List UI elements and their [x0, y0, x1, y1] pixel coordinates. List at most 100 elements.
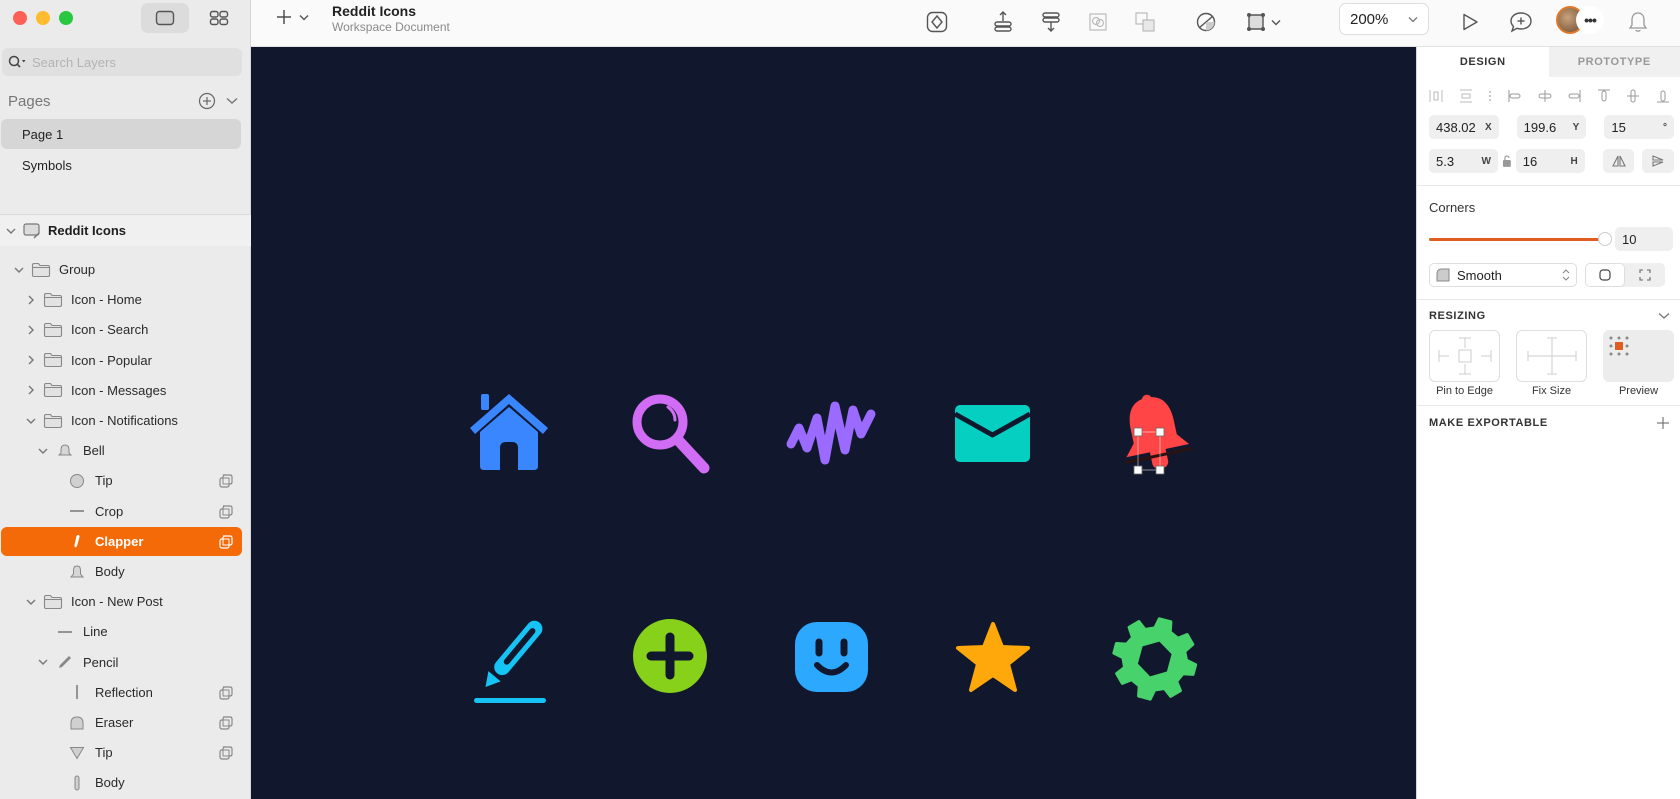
- layer-row[interactable]: Reflection: [1, 678, 242, 707]
- layer-row[interactable]: Bell: [1, 436, 242, 465]
- rotation-field[interactable]: 15 °: [1604, 115, 1675, 139]
- selection-handle[interactable]: [1133, 465, 1143, 475]
- align-center-horizontal-icon[interactable]: [1538, 89, 1552, 103]
- individual-corners-button[interactable]: [1625, 263, 1665, 287]
- search-layers-input[interactable]: [32, 54, 222, 70]
- minimize-window-button[interactable]: [36, 11, 50, 25]
- chevron-right-icon[interactable]: [25, 355, 37, 365]
- selection-handle[interactable]: [1133, 427, 1143, 437]
- layer-row[interactable]: Icon - Search: [1, 315, 242, 344]
- zoom-window-button[interactable]: [59, 11, 73, 25]
- pin-to-edge-option[interactable]: Pin to Edge: [1429, 330, 1500, 397]
- document-layer-row[interactable]: Reddit Icons: [0, 214, 251, 246]
- page-item-symbols[interactable]: Symbols: [1, 150, 241, 180]
- zoom-level-select[interactable]: 200%: [1339, 3, 1429, 35]
- mask-icon[interactable]: [218, 685, 234, 704]
- mask-icon[interactable]: [218, 745, 234, 764]
- chevron-right-icon[interactable]: [25, 295, 37, 305]
- mask-button[interactable]: [1083, 7, 1113, 37]
- layer-row[interactable]: Body: [1, 557, 242, 586]
- corner-radius-field[interactable]: 10: [1615, 227, 1673, 251]
- width-field[interactable]: 5.3 W: [1429, 149, 1498, 173]
- resizing-header[interactable]: RESIZING: [1417, 310, 1680, 322]
- profile-icon[interactable]: [795, 622, 868, 692]
- height-field[interactable]: 16 H: [1515, 149, 1585, 173]
- chevron-right-icon[interactable]: [25, 325, 37, 335]
- align-top-icon[interactable]: [1597, 89, 1611, 103]
- new-post-icon[interactable]: [474, 618, 546, 703]
- layer-row[interactable]: Pencil: [1, 648, 242, 677]
- mask-icon[interactable]: [218, 715, 234, 734]
- flip-horizontal-button[interactable]: [1602, 149, 1635, 173]
- add-export-icon[interactable]: [1656, 416, 1670, 430]
- layer-row[interactable]: Icon - New Post: [1, 587, 242, 616]
- notifications-button[interactable]: [1623, 7, 1653, 37]
- mask-icon[interactable]: [218, 534, 234, 553]
- combine-button[interactable]: [1130, 7, 1160, 37]
- align-left-icon[interactable]: [1508, 89, 1522, 103]
- x-field[interactable]: 438.02 X: [1429, 115, 1499, 139]
- chevron-down-icon[interactable]: [37, 447, 49, 455]
- favorite-icon[interactable]: [956, 622, 1030, 692]
- messages-icon[interactable]: [953, 405, 1032, 462]
- layer-row[interactable]: Icon - Messages: [1, 376, 242, 405]
- canvas-view-button[interactable]: [141, 3, 189, 33]
- layer-row[interactable]: Icon - Popular: [1, 346, 242, 375]
- layer-row[interactable]: Line: [1, 617, 242, 646]
- collapse-pages-chevron-icon[interactable]: [226, 97, 238, 105]
- components-view-button[interactable]: [195, 3, 243, 33]
- insert-button[interactable]: [275, 8, 309, 26]
- more-align-icon[interactable]: [1488, 89, 1492, 103]
- chevron-right-icon[interactable]: [25, 385, 37, 395]
- chevron-down-icon[interactable]: [25, 417, 37, 425]
- more-users-button[interactable]: •••: [1576, 6, 1604, 34]
- flip-vertical-button[interactable]: [1642, 149, 1674, 173]
- layer-row[interactable]: Icon - Home: [1, 285, 242, 314]
- add-comment-button[interactable]: [1506, 7, 1536, 37]
- add-icon[interactable]: [633, 619, 707, 693]
- search-layers-field[interactable]: [2, 48, 242, 76]
- add-page-icon[interactable]: [198, 92, 216, 110]
- layer-row[interactable]: Tip: [1, 466, 242, 495]
- uniform-corners-button[interactable]: [1585, 263, 1625, 287]
- scissors-button[interactable]: [1191, 7, 1221, 37]
- mask-icon[interactable]: [218, 504, 234, 523]
- popular-icon[interactable]: [786, 401, 876, 465]
- fix-size-option[interactable]: Fix Size: [1516, 330, 1587, 397]
- bring-forward-button[interactable]: [988, 7, 1018, 37]
- selection-handle[interactable]: [1155, 427, 1165, 437]
- close-window-button[interactable]: [13, 11, 27, 25]
- chevron-down-icon[interactable]: [25, 598, 37, 606]
- layer-row[interactable]: Eraser: [1, 708, 242, 737]
- layer-row[interactable]: Clapper: [1, 526, 242, 556]
- layer-row[interactable]: Body: [1, 768, 242, 797]
- align-bottom-icon[interactable]: [1656, 89, 1670, 103]
- slider-handle[interactable]: [1598, 231, 1612, 246]
- chevron-down-icon[interactable]: [37, 658, 49, 666]
- corner-radius-slider[interactable]: [1429, 231, 1612, 246]
- create-symbol-button[interactable]: [922, 7, 952, 37]
- align-right-icon[interactable]: [1567, 89, 1581, 103]
- preview-play-button[interactable]: [1455, 7, 1485, 37]
- align-middle-vertical-icon[interactable]: [1626, 89, 1640, 103]
- corner-style-select[interactable]: Smooth: [1429, 263, 1577, 287]
- tab-prototype[interactable]: PROTOTYPE: [1548, 47, 1680, 77]
- home-icon[interactable]: [470, 394, 548, 470]
- search-icon[interactable]: [632, 394, 710, 474]
- mask-icon[interactable]: [218, 473, 234, 492]
- lock-ratio-icon[interactable]: [1502, 155, 1512, 167]
- distribute-vertical-icon[interactable]: [1459, 89, 1473, 103]
- make-exportable-row[interactable]: MAKE EXPORTABLE: [1417, 416, 1680, 430]
- chevron-down-icon[interactable]: [13, 266, 25, 274]
- page-item-page-1[interactable]: Page 1: [1, 119, 241, 149]
- resize-menu-button[interactable]: [1241, 7, 1285, 37]
- layer-row[interactable]: Tip: [1, 738, 242, 767]
- distribute-horizontal-icon[interactable]: [1429, 89, 1443, 103]
- settings-icon[interactable]: [1105, 610, 1205, 708]
- layer-row[interactable]: Icon - Notifications: [1, 406, 242, 435]
- selection-handle[interactable]: [1155, 465, 1165, 475]
- layer-row[interactable]: Group: [1, 255, 242, 284]
- send-backward-button[interactable]: [1036, 7, 1066, 37]
- tab-design[interactable]: DESIGN: [1417, 47, 1549, 77]
- y-field[interactable]: 199.6 Y: [1516, 115, 1587, 139]
